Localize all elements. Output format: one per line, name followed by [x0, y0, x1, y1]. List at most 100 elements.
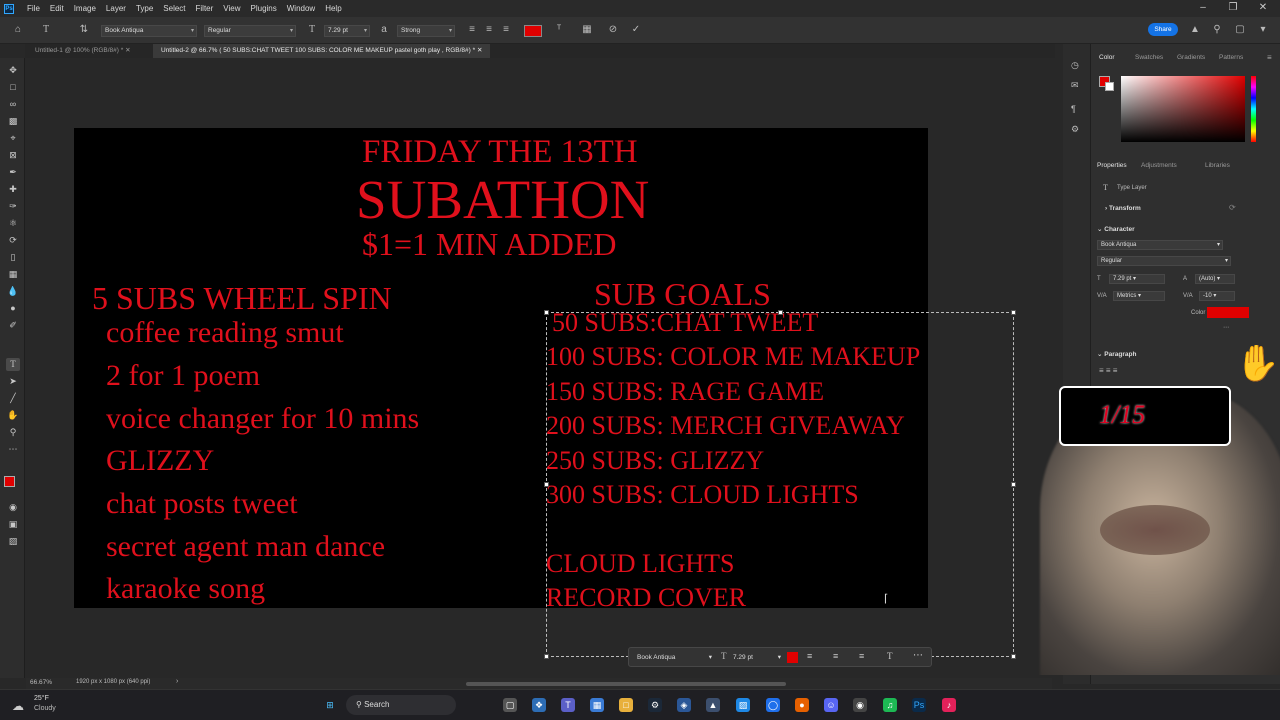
shape-tool-icon[interactable]: ╱: [6, 392, 20, 405]
object-selection-tool-icon[interactable]: ▩: [6, 115, 20, 128]
healing-brush-tool-icon[interactable]: ✚: [6, 183, 20, 196]
status-menu-icon[interactable]: ›: [176, 678, 178, 685]
frame-tool-icon[interactable]: ⊠: [6, 149, 20, 162]
crop-tool-icon[interactable]: ⌖: [6, 132, 20, 145]
character-panel-icon[interactable]: ▦: [580, 23, 594, 37]
brush-tool-icon[interactable]: ✑: [6, 200, 20, 213]
transform-handle[interactable]: [544, 654, 549, 659]
close-tab-icon[interactable]: ✕: [477, 47, 482, 54]
quick-mask-icon[interactable]: ◉: [6, 501, 20, 514]
marquee-tool-icon[interactable]: □: [6, 81, 20, 94]
workspace-menu-icon[interactable]: ▾: [1256, 23, 1270, 37]
windows-start-icon[interactable]: ⊞: [323, 698, 337, 712]
menu-type[interactable]: Type: [131, 4, 158, 13]
char-style-select[interactable]: Regular ▾: [1097, 256, 1231, 266]
text-orientation-icon[interactable]: ⇅: [77, 23, 91, 37]
hand-tool-icon[interactable]: ✋: [6, 409, 20, 422]
firefox-icon[interactable]: ●: [795, 698, 809, 712]
transform-handle[interactable]: [778, 310, 783, 315]
artboard-icon[interactable]: ▨: [6, 535, 20, 548]
path-selection-tool-icon[interactable]: ➤: [6, 375, 20, 388]
float-type-options-icon[interactable]: T: [887, 651, 893, 661]
menu-help[interactable]: Help: [320, 4, 346, 13]
comments-panel-icon[interactable]: ✉: [1071, 80, 1079, 91]
text-color-swatch[interactable]: [524, 25, 542, 37]
align-right-icon[interactable]: ≡: [499, 23, 513, 37]
store-icon[interactable]: ▦: [590, 698, 604, 712]
screen-mode-icon[interactable]: ▣: [6, 518, 20, 531]
notification-bell-icon[interactable]: ▲: [1188, 23, 1202, 37]
float-font-size-field[interactable]: 7.29 pt ▾: [733, 652, 781, 663]
eyedropper-tool-icon[interactable]: ✒: [6, 166, 20, 179]
workspace-icon[interactable]: ▢: [1233, 23, 1247, 37]
menu-view[interactable]: View: [218, 4, 245, 13]
menu-select[interactable]: Select: [158, 4, 190, 13]
commit-edit-icon[interactable]: ✓: [629, 23, 643, 37]
hue-slider[interactable]: [1251, 76, 1256, 142]
tab-adjustments[interactable]: Adjustments: [1141, 162, 1177, 169]
align-left-icon[interactable]: ≡: [465, 23, 479, 37]
more-options-icon[interactable]: ⋯: [1223, 324, 1229, 331]
app-icon[interactable]: ◈: [677, 698, 691, 712]
blur-tool-icon[interactable]: 💧: [6, 285, 20, 298]
transform-handle[interactable]: [1011, 310, 1016, 315]
float-align-left-icon[interactable]: ≡: [807, 651, 812, 661]
color-picker-field[interactable]: [1121, 76, 1245, 142]
share-button[interactable]: Share: [1148, 23, 1178, 36]
font-size-field[interactable]: 7.29 pt ▾: [324, 25, 370, 37]
app-icon[interactable]: ▲: [706, 698, 720, 712]
menu-layer[interactable]: Layer: [101, 4, 131, 13]
transform-handle[interactable]: [544, 310, 549, 315]
text-bounding-box[interactable]: [544, 310, 1016, 659]
steam-icon[interactable]: ⚙: [648, 698, 662, 712]
weather-temp[interactable]: 25°F: [34, 695, 49, 702]
transform-handle[interactable]: [1011, 482, 1016, 487]
search-icon[interactable]: ⚲: [1210, 23, 1224, 37]
minimize-button[interactable]: –: [1192, 0, 1214, 15]
reset-transform-icon[interactable]: ⟳: [1229, 203, 1236, 212]
close-tab-icon[interactable]: ✕: [125, 47, 130, 54]
kerning-field[interactable]: Metrics ▾: [1113, 291, 1165, 301]
tab-untitled-1[interactable]: Untitled-1 @ 100% (RGB/8#) * ✕: [27, 44, 139, 58]
char-size-field[interactable]: 7.29 pt ▾: [1109, 274, 1165, 284]
spotify-icon[interactable]: ♫: [883, 698, 897, 712]
history-panel-icon[interactable]: ◷: [1071, 60, 1079, 71]
char-font-select[interactable]: Book Antiqua ▾: [1097, 240, 1223, 250]
history-brush-tool-icon[interactable]: ⟳: [6, 234, 20, 247]
transform-handle[interactable]: [544, 482, 549, 487]
character-section[interactable]: ⌄ Character: [1097, 225, 1135, 233]
tab-swatches[interactable]: Swatches: [1135, 54, 1163, 61]
char-color-swatch[interactable]: [1207, 307, 1249, 318]
font-family-select[interactable]: Book Antiqua ▾: [101, 25, 197, 37]
font-style-select[interactable]: Regular ▾: [204, 25, 296, 37]
menu-edit[interactable]: Edit: [45, 4, 69, 13]
tracking-field[interactable]: -10 ▾: [1199, 291, 1235, 301]
obs-icon[interactable]: ◉: [853, 698, 867, 712]
tab-color[interactable]: Color: [1099, 54, 1115, 61]
tab-untitled-2[interactable]: Untitled-2 @ 66.7% ( 50 SUBS:CHAT TWEET …: [153, 44, 491, 58]
foreground-color-swatch[interactable]: [4, 476, 15, 487]
menu-image[interactable]: Image: [69, 4, 101, 13]
task-view-icon[interactable]: ▢: [503, 698, 517, 712]
panel-menu-icon[interactable]: ≡: [1267, 53, 1272, 62]
float-align-center-icon[interactable]: ≡: [833, 651, 838, 661]
tab-patterns[interactable]: Patterns: [1219, 54, 1243, 61]
tab-libraries[interactable]: Libraries: [1205, 162, 1230, 169]
discord-icon[interactable]: ☺: [824, 698, 838, 712]
teams-icon[interactable]: T: [561, 698, 575, 712]
align-center-icon[interactable]: ≡: [482, 23, 496, 37]
app-icon[interactable]: ▨: [736, 698, 750, 712]
menu-plugins[interactable]: Plugins: [246, 4, 282, 13]
paragraph-panel-icon[interactable]: ¶: [1071, 104, 1076, 114]
copilot-icon[interactable]: ❖: [532, 698, 546, 712]
gradient-tool-icon[interactable]: ▦: [6, 268, 20, 281]
tab-properties[interactable]: Properties: [1097, 162, 1127, 169]
type-tool-preset-icon[interactable]: T: [39, 23, 53, 37]
antialias-select[interactable]: Strong ▾: [397, 25, 455, 37]
warp-text-icon[interactable]: ᵀ: [552, 23, 566, 37]
home-icon[interactable]: ⌂: [11, 23, 25, 37]
weather-icon[interactable]: ☁: [12, 699, 24, 713]
app-icon[interactable]: ◯: [766, 698, 780, 712]
move-tool-icon[interactable]: ✥: [6, 64, 20, 77]
zoom-level[interactable]: 66.67%: [30, 679, 52, 686]
